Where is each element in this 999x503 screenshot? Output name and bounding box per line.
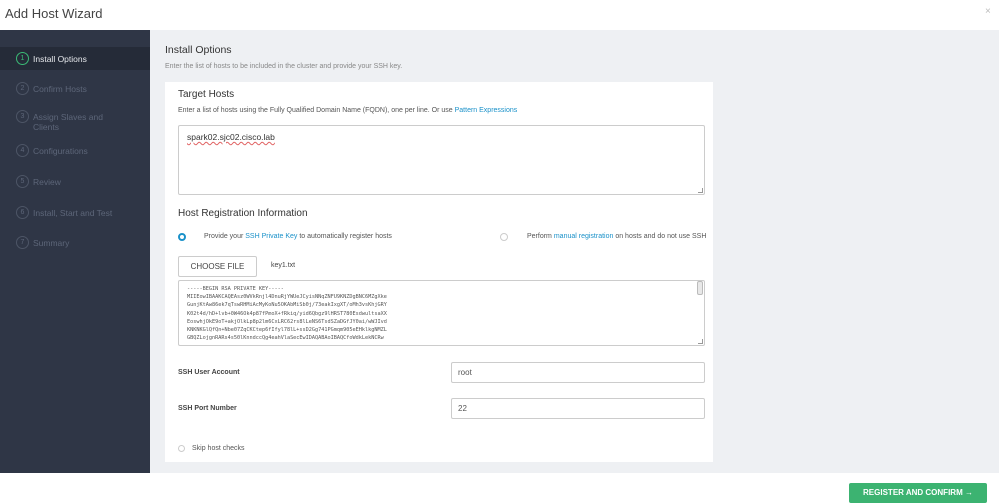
close-icon[interactable]: × [985, 6, 991, 17]
private-key-textarea[interactable]: -----BEGIN RSA PRIVATE KEY----- MIIEowIBA… [178, 280, 705, 346]
install-options-title: Install Options [165, 44, 232, 56]
ssh-key-option-suffix: to automatically register hosts [297, 233, 392, 240]
wizard-title: Add Host Wizard [5, 6, 103, 21]
manual-option-suffix: on hosts and do not use SSH [613, 233, 707, 240]
target-hosts-help-text: Enter a list of hosts using the Fully Qu… [178, 107, 455, 114]
ssh-port-input[interactable]: 22 [451, 398, 705, 419]
host-registration-title: Host Registration Information [178, 208, 308, 219]
key-line: GunjKtAw86ek7qTswRHMiAcMyKoNu5OKAbMiSb0j… [187, 302, 387, 309]
key-line: GBQZLojgnRARs4s50lKnndccQg4eahVlaSecEwID… [187, 335, 384, 342]
skip-host-checks-label: Skip host checks [192, 445, 245, 452]
wizard-header: Add Host Wizard × [0, 0, 999, 30]
step-number-icon: 3 [16, 110, 29, 123]
resize-handle-icon[interactable] [698, 188, 703, 193]
key-line: EoswhjOkE9oT+akjOlkLp8p2lm6CxLRC62rs8lLe… [187, 318, 387, 325]
target-hosts-title: Target Hosts [178, 89, 235, 100]
step-number-icon: 1 [16, 52, 29, 65]
step-label: Configurations [33, 146, 88, 156]
step-number-icon: 7 [16, 236, 29, 249]
skip-host-checks-checkbox[interactable] [178, 445, 185, 452]
step-label: Review [33, 177, 61, 187]
ssh-key-radio[interactable] [178, 233, 186, 241]
step-number-icon: 4 [16, 144, 29, 157]
step-number-icon: 5 [16, 175, 29, 188]
choose-file-button[interactable]: CHOOSE FILE [178, 256, 257, 277]
ssh-private-key-link[interactable]: SSH Private Key [245, 233, 297, 240]
step-label: Confirm Hosts [33, 84, 87, 94]
manual-option-prefix: Perform [527, 233, 554, 240]
step-summary[interactable]: 7 Summary [16, 236, 69, 256]
key-line: MIIEowIBAAKCAQEAsz0WVkRnjl4DnuRjYWUeJCyi… [187, 294, 387, 301]
step-label: Summary [33, 238, 70, 248]
manual-registration-link[interactable]: manual registration [554, 233, 614, 240]
step-review[interactable]: 5 Review [16, 175, 61, 195]
step-number-icon: 6 [16, 206, 29, 219]
ssh-user-input[interactable]: root [451, 362, 705, 383]
step-confirm-hosts[interactable]: 2 Confirm Hosts [16, 82, 87, 102]
resize-handle-icon[interactable] [698, 339, 703, 344]
pattern-expressions-link[interactable]: Pattern Expressions [455, 107, 518, 114]
selected-file-name: key1.txt [271, 262, 296, 269]
step-install-start-test[interactable]: 6 Install, Start and Test [16, 206, 112, 226]
register-and-confirm-button[interactable]: REGISTER AND CONFIRM → [849, 483, 987, 503]
step-label: Assign Slaves and Clients [33, 112, 103, 132]
ssh-key-option-prefix: Provide your [204, 233, 246, 240]
step-assign-slaves[interactable]: 3 Assign Slaves and Clients [16, 110, 126, 132]
key-scrollbar[interactable] [697, 281, 703, 295]
step-number-icon: 2 [16, 82, 29, 95]
target-hosts-help: Enter a list of hosts using the Fully Qu… [178, 107, 517, 114]
key-line: KNKNKGlQfQn+Nbe07ZqCKCtep6fIfyl78lL+ssD2… [187, 327, 387, 334]
target-hosts-textarea[interactable]: spark02.sjc02.cisco.lab [178, 125, 705, 195]
step-label: Install Options [33, 53, 87, 64]
step-install-options[interactable]: 1 Install Options [0, 47, 150, 70]
ssh-user-label: SSH User Account [178, 369, 240, 376]
manual-registration-option-label: Perform manual registration on hosts and… [527, 233, 706, 240]
install-options-description: Enter the list of hosts to be included i… [165, 63, 403, 70]
step-label: Install, Start and Test [33, 208, 113, 218]
key-line: -----BEGIN RSA PRIVATE KEY----- [187, 286, 284, 292]
key-line: K02t4d/hD+lvb+0W46Ok4p87fPmoX+fRkiq/yid6… [187, 310, 387, 317]
ssh-port-label: SSH Port Number [178, 405, 237, 412]
target-hosts-value: spark02.sjc02.cisco.lab [187, 132, 275, 142]
step-configurations[interactable]: 4 Configurations [16, 144, 88, 164]
manual-registration-radio[interactable] [500, 233, 508, 241]
ssh-key-option-label: Provide your SSH Private Key to automati… [204, 233, 392, 240]
